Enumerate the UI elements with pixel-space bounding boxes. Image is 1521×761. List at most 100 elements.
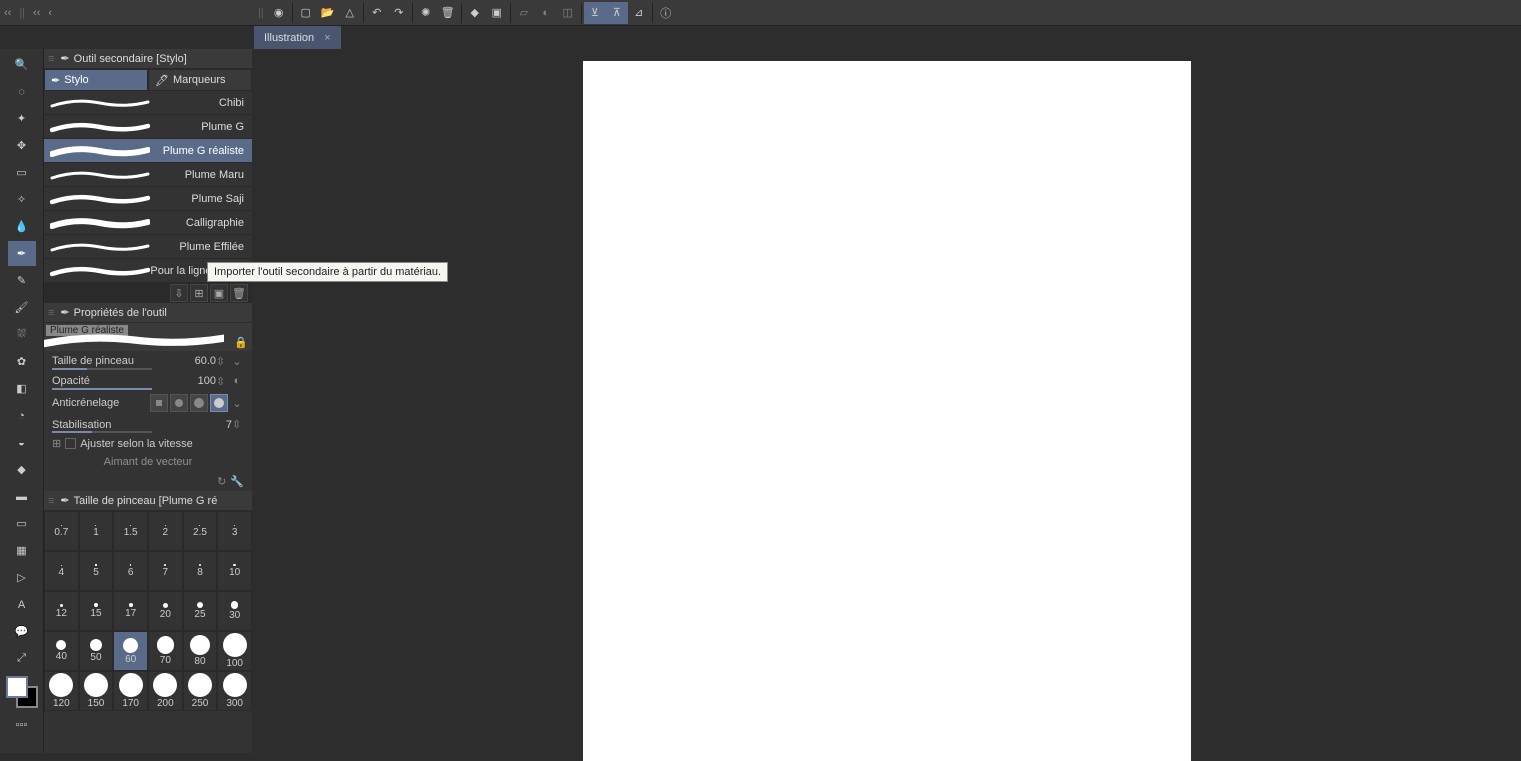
eyedropper-tool-icon[interactable]: 💧 xyxy=(8,214,36,239)
autoselect-tool-icon[interactable]: ✦ xyxy=(8,106,36,131)
dynamics-icon[interactable]: ⌄ xyxy=(230,354,244,368)
stabilization-row[interactable]: Stabilisation 7 ⇳ xyxy=(44,415,252,434)
brush-item[interactable]: Chibi xyxy=(44,91,252,115)
brush-item[interactable]: Plume Effilée xyxy=(44,235,252,259)
brush-size-cell[interactable]: 40 xyxy=(44,631,79,671)
new-file-icon[interactable]: ◉ xyxy=(268,2,290,24)
brush-size-cell[interactable]: 250 xyxy=(183,671,218,711)
dynamics-icon[interactable]: ◐ xyxy=(230,374,244,388)
help-icon[interactable]: ⓘ xyxy=(655,2,677,24)
aa-strong-icon[interactable] xyxy=(210,394,228,412)
aa-med-icon[interactable] xyxy=(190,394,208,412)
brush-size-row[interactable]: Taille de pinceau 60.0 ⇳ ⌄ xyxy=(44,351,252,371)
back-icon[interactable]: ‹ xyxy=(44,7,56,19)
fill-icon[interactable]: ◆ xyxy=(464,2,486,24)
spinner-icon[interactable]: ⇳ xyxy=(216,375,228,388)
blur-tool-icon[interactable]: ◒ xyxy=(8,430,36,455)
brush-item[interactable]: Calligraphie xyxy=(44,211,252,235)
vector-magnet-row[interactable]: Aimant de vecteur xyxy=(44,453,252,471)
correction-tool-icon[interactable]: ⤢ xyxy=(8,646,36,671)
collapse-left-icon[interactable]: ‹‹ xyxy=(0,7,15,19)
speed-checkbox[interactable] xyxy=(65,438,76,449)
brush-size-cell[interactable]: 10 xyxy=(217,551,252,591)
selection-rect-icon[interactable]: ▭ xyxy=(8,160,36,185)
brush-size-cell[interactable]: 120 xyxy=(44,671,79,711)
brush-size-cell[interactable]: 60 xyxy=(113,631,148,671)
add-subtool-icon[interactable]: ⊞ xyxy=(190,284,208,302)
pencil-tool-icon[interactable]: ✎ xyxy=(8,268,36,293)
redo-icon[interactable]: ↷ xyxy=(388,2,410,24)
pen-tool-icon[interactable]: ✒ xyxy=(8,241,36,266)
duplicate-subtool-icon[interactable]: ▣ xyxy=(210,284,228,302)
ruler-tool-icon[interactable]: ▷ xyxy=(8,565,36,590)
aa-weak-icon[interactable] xyxy=(170,394,188,412)
brush-size-cell[interactable]: 50 xyxy=(79,631,114,671)
brush-size-cell[interactable]: 150 xyxy=(79,671,114,711)
fill-tool-icon[interactable]: ◆ xyxy=(8,457,36,482)
brush-size-cell[interactable]: 2 xyxy=(148,511,183,551)
grip-icon[interactable]: ≡ xyxy=(48,307,54,319)
brush-size-cell[interactable]: 12 xyxy=(44,591,79,631)
brush-size-cell[interactable]: 4 xyxy=(44,551,79,591)
expand-icon[interactable]: ⊞ xyxy=(52,437,61,450)
brush-item[interactable]: Plume G xyxy=(44,115,252,139)
eraser-tool-icon[interactable]: ◧ xyxy=(8,376,36,401)
transparent-color-icon[interactable]: ▫▫▫ xyxy=(8,712,36,737)
spinner-icon[interactable]: ⇳ xyxy=(216,355,228,368)
rotate-icon[interactable]: ◐ xyxy=(535,2,557,24)
grip-icon[interactable]: ≡ xyxy=(48,53,54,65)
text-tool-icon[interactable]: A xyxy=(8,592,36,617)
brush-item[interactable]: Plume G réaliste xyxy=(44,139,252,163)
brush-size-cell[interactable]: 30 xyxy=(217,591,252,631)
brush-size-cell[interactable]: 100 xyxy=(217,631,252,671)
brush-tool-icon[interactable]: 🖌 xyxy=(8,295,36,320)
light-tool-icon[interactable]: ✧ xyxy=(8,187,36,212)
frame-tool-icon[interactable]: ▦ xyxy=(8,538,36,563)
grip-icon[interactable]: ≡ xyxy=(48,495,54,507)
lock-icon[interactable]: 🔒 xyxy=(234,336,248,349)
color-swatch[interactable] xyxy=(6,676,38,708)
brush-size-cell[interactable]: 17 xyxy=(113,591,148,631)
decoration-tool-icon[interactable]: ✿ xyxy=(8,349,36,374)
brush-size-cell[interactable]: 6 xyxy=(113,551,148,591)
save-icon[interactable]: △ xyxy=(339,2,361,24)
brush-size-cell[interactable]: 8 xyxy=(183,551,218,591)
open-folder-icon[interactable]: 📂 xyxy=(317,2,339,24)
tab-marqueurs[interactable]: 🖊 Marqueurs xyxy=(148,69,252,91)
blend-tool-icon[interactable]: ◔ xyxy=(8,403,36,428)
brush-size-cell[interactable]: 300 xyxy=(217,671,252,711)
marquee-tool-icon[interactable]: ◌ xyxy=(8,79,36,104)
shape-tool-icon[interactable]: ▭ xyxy=(8,511,36,536)
flip-icon[interactable]: ◫ xyxy=(557,2,579,24)
clear-icon[interactable]: ✺ xyxy=(415,2,437,24)
settings-icon[interactable]: 🔧 xyxy=(230,475,244,488)
brush-size-cell[interactable]: 25 xyxy=(183,591,218,631)
magnify-tool-icon[interactable]: 🔍 xyxy=(8,52,36,77)
snap-special-icon[interactable]: ⊼ xyxy=(606,2,628,24)
gradient-tool-icon[interactable]: ▬ xyxy=(8,484,36,509)
brush-size-cell[interactable]: 1.5 xyxy=(113,511,148,551)
document-tab[interactable]: Illustration × xyxy=(254,26,341,49)
brush-size-cell[interactable]: 20 xyxy=(148,591,183,631)
brush-size-cell[interactable]: 1 xyxy=(79,511,114,551)
brush-size-cell[interactable]: 80 xyxy=(183,631,218,671)
undo-icon[interactable]: ↶ xyxy=(366,2,388,24)
spinner-icon[interactable]: ⇳ xyxy=(232,418,244,431)
brush-size-cell[interactable]: 2.5 xyxy=(183,511,218,551)
aa-none-icon[interactable] xyxy=(150,394,168,412)
collapse-left-single-icon[interactable]: ‹‹ xyxy=(29,7,44,19)
close-tab-icon[interactable]: × xyxy=(324,32,330,44)
balloon-tool-icon[interactable]: 💬 xyxy=(8,619,36,644)
opacity-row[interactable]: Opacité 100 ⇳ ◐ xyxy=(44,371,252,391)
import-subtool-icon[interactable]: ⇩ xyxy=(170,284,188,302)
brush-size-cell[interactable]: 200 xyxy=(148,671,183,711)
canvas[interactable] xyxy=(583,61,1191,761)
brush-size-cell[interactable]: 170 xyxy=(113,671,148,711)
airbrush-tool-icon[interactable]: ⛆ xyxy=(8,322,36,347)
tab-stylo[interactable]: ✒ Stylo xyxy=(44,69,148,91)
new-doc-icon[interactable]: ▢ xyxy=(295,2,317,24)
scale-icon[interactable]: ▱ xyxy=(513,2,535,24)
speed-adjust-row[interactable]: ⊞ Ajuster selon la vitesse xyxy=(44,434,252,453)
brush-item[interactable]: Plume Saji xyxy=(44,187,252,211)
delete-subtool-icon[interactable]: 🗑 xyxy=(230,284,248,302)
